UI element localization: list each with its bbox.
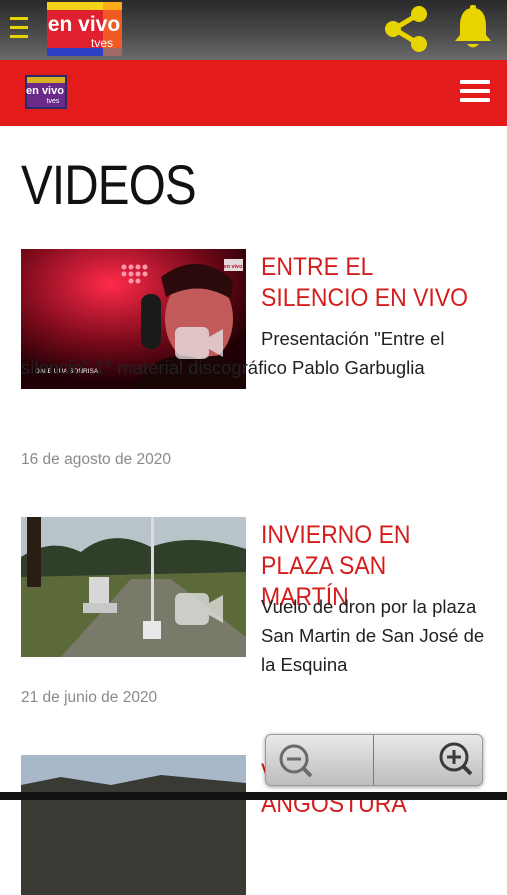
site-logo[interactable]: en vivo tves <box>25 75 67 109</box>
app-top-bar: en vivo tves <box>0 0 507 60</box>
video-title[interactable]: ENTRE EL SILENCIO EN VIVO <box>261 252 469 314</box>
video-date: 21 de junio de 2020 <box>21 689 158 706</box>
bottom-edge <box>0 792 507 800</box>
thumbnail-badge: en vivo <box>224 264 244 270</box>
video-thumbnail[interactable] <box>21 755 246 895</box>
page-title: VIDEOS <box>21 153 197 216</box>
zoom-in-icon <box>439 742 473 776</box>
site-logo-subtext: tves <box>47 98 60 105</box>
zoom-out-button[interactable] <box>266 735 373 785</box>
app-logo[interactable]: en vivo tves <box>47 2 122 56</box>
site-logo-text: en vivo <box>26 85 64 97</box>
site-header: en vivo tves <box>0 60 507 126</box>
share-icon[interactable] <box>382 4 430 54</box>
video-thumbnail[interactable] <box>21 517 246 657</box>
hamburger-menu-icon[interactable] <box>10 17 28 39</box>
video-description: Presentación "Entre el silencio" 1° mate… <box>21 328 445 378</box>
site-menu-icon[interactable] <box>460 80 490 104</box>
zoom-out-icon <box>279 744 313 778</box>
notification-bell-icon[interactable] <box>452 4 494 52</box>
zoom-in-button[interactable] <box>374 735 481 785</box>
app-logo-subtext: tves <box>91 36 113 50</box>
app-logo-text: en vivo <box>48 13 120 36</box>
video-date: 16 de agosto de 2020 <box>21 451 171 468</box>
zoom-controls <box>265 734 483 786</box>
video-description: Vuelo de dron por la plaza San Martin de… <box>261 596 485 675</box>
